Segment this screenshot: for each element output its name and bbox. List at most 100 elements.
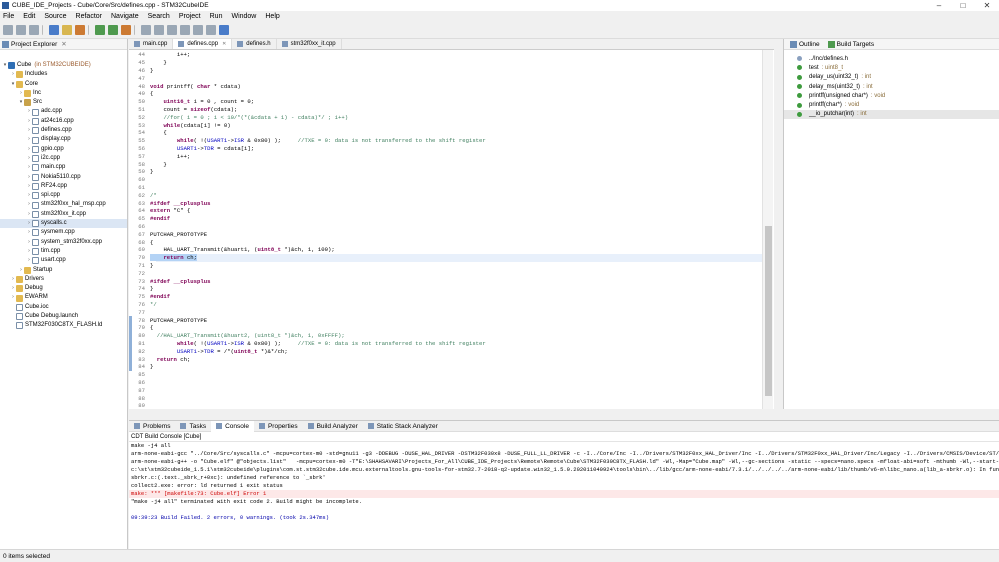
menu-source[interactable]: Source bbox=[44, 13, 66, 20]
tree-item[interactable]: ▾ Core bbox=[0, 80, 127, 89]
tree-item[interactable]: › i2c.cpp bbox=[0, 154, 127, 163]
device-config-icon[interactable] bbox=[62, 25, 72, 35]
tab-outline[interactable]: Outline bbox=[790, 40, 820, 48]
menu-file[interactable]: File bbox=[3, 13, 14, 20]
tree-item[interactable]: › main.cpp bbox=[0, 163, 127, 172]
file-icon bbox=[237, 41, 244, 47]
bottom-tab[interactable]: Problems bbox=[129, 423, 175, 430]
editor-tab[interactable]: stm32f0xx_it.cpp bbox=[277, 39, 342, 49]
tab-icon bbox=[258, 423, 265, 429]
minimize-button[interactable]: – bbox=[927, 0, 951, 11]
save-icon[interactable] bbox=[16, 25, 26, 35]
menu-run[interactable]: Run bbox=[210, 13, 223, 20]
tree-item-label: sysmem.cpp bbox=[41, 229, 75, 236]
code-line: 80 //HAL_UART_Transmit(&huart2, (uint8_t… bbox=[129, 332, 344, 340]
line-number: 55 bbox=[138, 137, 145, 145]
tree-item[interactable]: › tim.cpp bbox=[0, 247, 127, 256]
toggle-mark-icon[interactable] bbox=[167, 25, 177, 35]
outline-item[interactable]: printff(char*): void bbox=[784, 100, 999, 109]
tree-item[interactable]: › system_stm32f0xx.cpp bbox=[0, 238, 127, 247]
project-explorer-header[interactable]: Project Explorer ✕ bbox=[0, 39, 127, 50]
outline-item[interactable]: test: uint8_t bbox=[784, 63, 999, 72]
hammer-icon[interactable] bbox=[75, 25, 85, 35]
tree-item[interactable]: › usart.cpp bbox=[0, 256, 127, 265]
open-type-icon[interactable] bbox=[141, 25, 151, 35]
close-icon[interactable]: ✕ bbox=[61, 40, 66, 48]
bottom-tab[interactable]: Build Analyzer bbox=[303, 423, 363, 430]
tree-item[interactable]: STM32F030C8TX_FLASH.ld bbox=[0, 321, 127, 330]
menu-edit[interactable]: Edit bbox=[23, 13, 35, 20]
editor-tab[interactable]: main.cpp bbox=[129, 39, 174, 49]
menu-project[interactable]: Project bbox=[179, 13, 201, 20]
code-line: 55 while( !(USART1->ISR & 0x80) ); //TXE… bbox=[129, 137, 485, 145]
function-icon bbox=[797, 111, 802, 117]
tree-item[interactable]: Cube.ioc bbox=[0, 303, 127, 312]
tree-item[interactable]: › stm32f0xx_hal_msp.cpp bbox=[0, 200, 127, 209]
menu-window[interactable]: Window bbox=[231, 13, 256, 20]
outline-item-label: test bbox=[809, 64, 819, 71]
tree-item[interactable]: › Drivers bbox=[0, 275, 127, 284]
tree-item[interactable]: › EWARM bbox=[0, 293, 127, 302]
tab-build-targets[interactable]: Build Targets bbox=[827, 40, 874, 48]
tree-item[interactable]: ▾ Cube (in STM32CUBEIDE) bbox=[0, 61, 127, 70]
console-line: collect2.exe: error: ld returned 1 exit … bbox=[131, 482, 283, 489]
editor-scrollbar-thumb[interactable] bbox=[765, 226, 772, 396]
code-editor[interactable]: 44 i++; 45 } 46} 47 48 void printff( char * c… bbox=[129, 50, 774, 409]
close-icon[interactable]: ✕ bbox=[222, 41, 226, 47]
tree-item[interactable]: › sysmem.cpp bbox=[0, 228, 127, 237]
back-icon[interactable] bbox=[193, 25, 203, 35]
tree-item[interactable]: › syscalls.c bbox=[0, 219, 127, 229]
tree-item[interactable]: › gpio.cpp bbox=[0, 145, 127, 154]
tree-item[interactable]: ▾ Src bbox=[0, 98, 127, 107]
debug-icon[interactable] bbox=[95, 25, 105, 35]
outline-item[interactable]: delay_ms(uint32_t): int bbox=[784, 82, 999, 91]
external-tools-icon[interactable] bbox=[121, 25, 131, 35]
outline-item[interactable]: printff(unsigned char*): void bbox=[784, 91, 999, 100]
tree-item[interactable]: › Startup bbox=[0, 266, 127, 275]
editor-tab-label: defines.h bbox=[246, 41, 271, 47]
new-icon[interactable] bbox=[3, 25, 13, 35]
run-icon[interactable] bbox=[108, 25, 118, 35]
menu-refactor[interactable]: Refactor bbox=[76, 13, 102, 20]
bottom-tab[interactable]: Console bbox=[211, 420, 254, 432]
menu-search[interactable]: Search bbox=[148, 13, 170, 20]
line-number: 81 bbox=[138, 339, 145, 347]
outline-item[interactable]: __io_putchar(int): int bbox=[784, 109, 999, 120]
tree-item[interactable]: › at24c16.cpp bbox=[0, 117, 127, 126]
save-all-icon[interactable] bbox=[29, 25, 39, 35]
maximize-button[interactable]: □ bbox=[951, 0, 975, 11]
tree-item[interactable]: › Inc bbox=[0, 89, 127, 98]
menu-navigate[interactable]: Navigate bbox=[111, 13, 139, 20]
menu-help[interactable]: Help bbox=[265, 13, 279, 20]
info-icon[interactable] bbox=[219, 25, 229, 35]
tree-item-label: defines.cpp bbox=[41, 127, 72, 134]
build-icon[interactable] bbox=[49, 25, 59, 35]
tree-item[interactable]: › spi.cpp bbox=[0, 191, 127, 200]
outline-item[interactable]: ../Inc/defines.h bbox=[784, 54, 999, 63]
tree-item[interactable]: › defines.cpp bbox=[0, 126, 127, 135]
editor-tab[interactable]: defines.cpp ✕ bbox=[173, 39, 233, 49]
close-button[interactable]: ✕ bbox=[975, 0, 999, 11]
bottom-tab[interactable]: Static Stack Analyzer bbox=[363, 423, 443, 430]
tree-item[interactable]: › Includes bbox=[0, 70, 127, 79]
console-output[interactable]: make -j4 all arm-none-eabi-gcc "../Core/S… bbox=[129, 442, 999, 522]
forward-icon[interactable] bbox=[206, 25, 216, 35]
tree-item[interactable]: › RF24.cpp bbox=[0, 182, 127, 191]
tree-item[interactable]: Cube Debug.launch bbox=[0, 312, 127, 321]
next-annotation-icon[interactable] bbox=[180, 25, 190, 35]
editor-scrollbar[interactable] bbox=[762, 50, 773, 409]
line-number: 63 bbox=[138, 199, 145, 207]
project-explorer-title: Project Explorer bbox=[11, 40, 58, 48]
tree-item[interactable]: › stm32f0xx_it.cpp bbox=[0, 210, 127, 219]
tree-item[interactable]: › adc.cpp bbox=[0, 107, 127, 116]
tree-item-label: Includes bbox=[25, 71, 48, 78]
outline-item-label: delay_us(uint32_t) bbox=[809, 74, 859, 81]
tree-item[interactable]: › display.cpp bbox=[0, 135, 127, 144]
bottom-tab[interactable]: Properties bbox=[254, 423, 303, 430]
search-icon[interactable] bbox=[154, 25, 164, 35]
tree-item[interactable]: › Nokia5110.cpp bbox=[0, 173, 127, 182]
outline-item[interactable]: delay_us(uint32_t): int bbox=[784, 73, 999, 82]
editor-tab[interactable]: defines.h bbox=[232, 39, 277, 49]
tree-item[interactable]: › Debug bbox=[0, 284, 127, 293]
bottom-tab[interactable]: Tasks bbox=[175, 423, 211, 430]
